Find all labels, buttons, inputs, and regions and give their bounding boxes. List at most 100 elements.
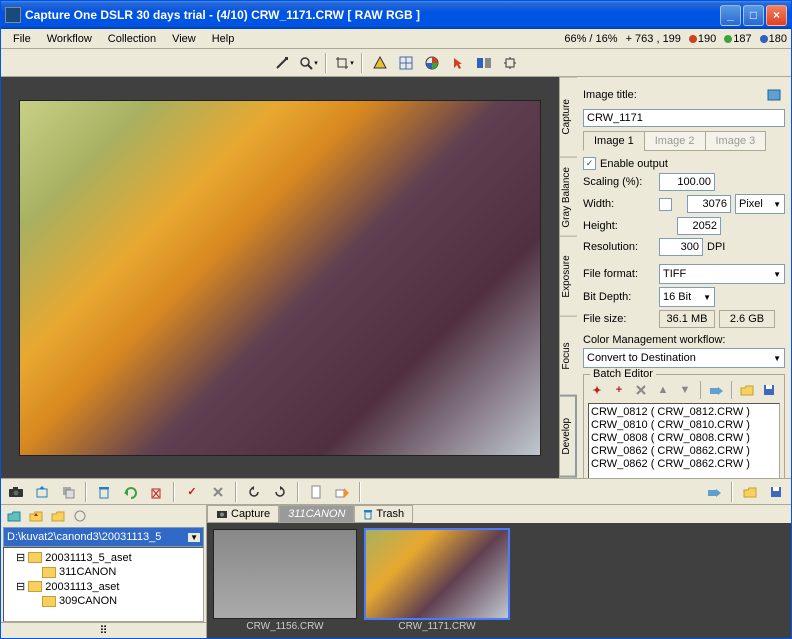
thumb-tab-folder[interactable]: 311CANON — [279, 505, 354, 523]
unit-select[interactable]: Pixel▼ — [735, 194, 785, 214]
tree-label[interactable]: 20031113_aset — [45, 581, 119, 593]
fit-tool[interactable] — [499, 52, 521, 74]
import-icon[interactable] — [31, 481, 53, 503]
batch-process-button[interactable] — [707, 381, 725, 399]
tree-label[interactable]: 311CANON — [59, 566, 116, 578]
menu-view[interactable]: View — [164, 31, 204, 47]
up-folder-icon[interactable] — [27, 507, 45, 525]
batch-save-button[interactable] — [760, 381, 778, 399]
export-icon[interactable] — [331, 481, 353, 503]
folder-resize-handle[interactable]: ⠿ — [1, 622, 206, 638]
batch-item[interactable]: CRW_0810 ( CRW_0810.CRW ) — [591, 419, 777, 432]
scaling-label: Scaling (%): — [583, 176, 655, 188]
tab-exposure[interactable]: Exposure — [560, 236, 577, 316]
warning-tool[interactable] — [369, 52, 391, 74]
cancel-icon[interactable] — [207, 481, 229, 503]
check-icon[interactable]: ✓ — [181, 481, 203, 503]
refresh-folder-icon[interactable] — [71, 507, 89, 525]
path-select[interactable]: D:\kuvat2\canond3\20031113_5▼ — [3, 527, 204, 547]
enable-output-checkbox[interactable]: ✓ — [583, 157, 596, 170]
delete-forever-icon[interactable] — [145, 481, 167, 503]
tab-develop[interactable]: Develop — [560, 395, 577, 478]
width-input[interactable] — [687, 195, 731, 213]
menu-workflow[interactable]: Workflow — [39, 31, 100, 47]
tab-image-2[interactable]: Image 2 — [644, 131, 706, 151]
tab-focus[interactable]: Focus — [560, 316, 577, 396]
process-icon[interactable] — [703, 481, 725, 503]
tab-capture[interactable]: Capture — [560, 77, 577, 157]
thumbnail-selected[interactable]: CRW_1171.CRW — [365, 529, 509, 632]
menu-collection[interactable]: Collection — [100, 31, 164, 47]
cm-workflow-select[interactable]: Convert to Destination▼ — [583, 348, 785, 368]
home-folder-icon[interactable] — [5, 507, 23, 525]
batch-item[interactable]: CRW_0812 ( CRW_0812.CRW ) — [591, 406, 777, 419]
grid-tool[interactable] — [395, 52, 417, 74]
close-button[interactable]: × — [766, 5, 787, 26]
tree-label[interactable]: 20031113_5_aset — [45, 552, 131, 564]
batch-up-button[interactable]: ▲ — [654, 381, 672, 399]
menu-file[interactable]: File — [5, 31, 39, 47]
batch-down-button[interactable]: ▼ — [676, 381, 694, 399]
scaling-input[interactable] — [659, 173, 715, 191]
file-format-select[interactable]: TIFF▼ — [659, 264, 785, 284]
bit-depth-select[interactable]: 16 Bit▼ — [659, 287, 715, 307]
doc-icon[interactable] — [305, 481, 327, 503]
batch-editor: Batch Editor ✦ + ▲ ▼ CRW_0812 ( CRW_0812… — [583, 374, 785, 478]
menu-help[interactable]: Help — [204, 31, 243, 47]
blue-value: 180 — [769, 33, 787, 45]
batch-item[interactable]: CRW_0808 ( CRW_0808.CRW ) — [591, 432, 777, 445]
cm-label: Color Management workflow: — [583, 334, 785, 346]
rotate-right-icon[interactable] — [269, 481, 291, 503]
enable-output-label: Enable output — [600, 158, 668, 170]
compare-tool[interactable] — [473, 52, 495, 74]
folder-icon — [28, 552, 42, 563]
thumbnail-image — [213, 529, 357, 619]
image-title-input[interactable] — [583, 109, 785, 127]
batch-item[interactable]: CRW_0862 ( CRW_0862.CRW ) — [591, 445, 777, 458]
eyedropper-tool[interactable] — [271, 52, 293, 74]
thumbnail[interactable]: CRW_1156.CRW — [213, 529, 357, 632]
crop-tool[interactable]: ▾ — [333, 52, 355, 74]
height-label: Height: — [583, 220, 655, 232]
batch-remove-button[interactable] — [632, 381, 650, 399]
rotate-left-icon[interactable] — [243, 481, 265, 503]
pointer-tool[interactable] — [447, 52, 469, 74]
tree-label[interactable]: 309CANON — [59, 595, 117, 607]
status-info: 66% / 16% + 763 , 199 190 187 180 — [564, 33, 787, 45]
batch-plus-button[interactable]: + — [610, 381, 628, 399]
batch-item[interactable]: CRW_0862 ( CRW_0862.CRW ) — [591, 458, 777, 471]
batch-open-button[interactable] — [738, 381, 756, 399]
folder-icon — [42, 596, 56, 607]
height-input[interactable] — [677, 217, 721, 235]
zoom-tool[interactable]: ▾ — [297, 52, 319, 74]
thumb-tab-trash[interactable]: Trash — [354, 505, 413, 523]
batch-legend: Batch Editor — [590, 368, 656, 380]
restore-icon[interactable] — [119, 481, 141, 503]
batch-add-button[interactable]: ✦ — [588, 381, 606, 399]
image-viewer[interactable] — [1, 77, 559, 478]
tab-gray-balance[interactable]: Gray Balance — [560, 157, 577, 237]
thumbnail-label: CRW_1156.CRW — [213, 621, 357, 632]
minimize-button[interactable]: _ — [720, 5, 741, 26]
thumb-tab-capture[interactable]: Capture — [207, 505, 279, 523]
copy-icon[interactable] — [57, 481, 79, 503]
save-all-icon[interactable] — [765, 481, 787, 503]
tab-image-1[interactable]: Image 1 — [583, 131, 645, 151]
color-tool[interactable] — [421, 52, 443, 74]
camera-icon[interactable] — [5, 481, 27, 503]
resolution-input[interactable] — [659, 238, 703, 256]
batch-list[interactable]: CRW_0812 ( CRW_0812.CRW ) CRW_0810 ( CRW… — [588, 403, 780, 478]
open-folder-icon[interactable] — [739, 481, 761, 503]
maximize-button[interactable]: □ — [743, 5, 764, 26]
zoom-level: 66% / 16% — [564, 33, 617, 45]
folder-tree[interactable]: ⊟ 20031113_5_aset 311CANON ⊟ 20031113_aset… — [3, 547, 204, 622]
tree-collapse-icon[interactable]: ⊟ — [16, 551, 25, 564]
new-folder-icon[interactable] — [49, 507, 67, 525]
tree-collapse-icon[interactable]: ⊟ — [16, 580, 25, 593]
lock-aspect-checkbox[interactable] — [659, 198, 672, 211]
tab-image-3[interactable]: Image 3 — [705, 131, 767, 151]
file-format-label: File format: — [583, 268, 655, 280]
preview-image — [19, 100, 541, 456]
trash-icon[interactable] — [93, 481, 115, 503]
panel-settings-icon[interactable] — [763, 84, 785, 106]
